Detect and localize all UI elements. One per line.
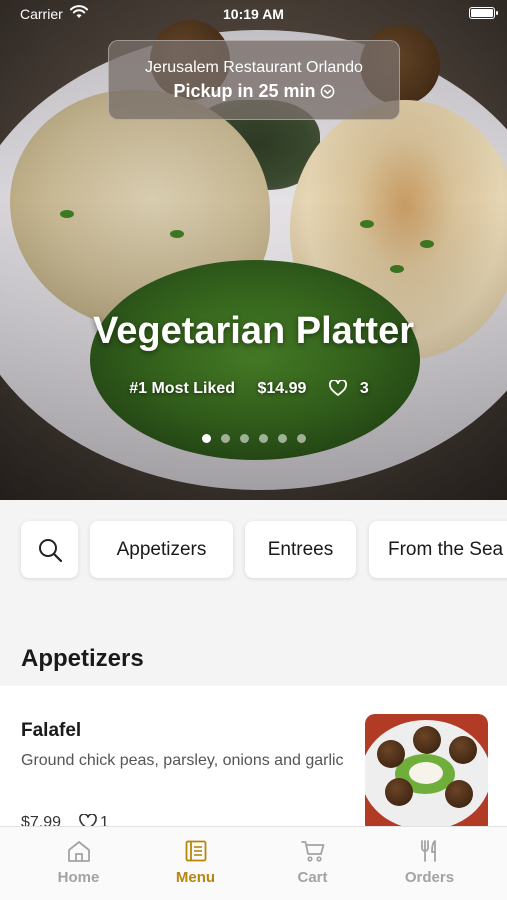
cart-icon	[300, 841, 324, 862]
menu-item-price: $7.99	[21, 814, 62, 826]
category-chip-appetizers[interactable]: Appetizers	[90, 521, 233, 578]
featured-dish-title: Vegetarian Platter	[92, 310, 415, 352]
tab-label: Orders	[404, 869, 455, 886]
carousel-dot[interactable]	[220, 434, 230, 443]
tab-label: Cart	[297, 869, 328, 886]
restaurant-name: Jerusalem Restaurant Orlando	[145, 59, 363, 76]
tab-menu[interactable]: Menu	[137, 827, 254, 900]
carousel-dot[interactable]	[201, 434, 211, 443]
tab-label: Menu	[175, 869, 216, 886]
tab-label: Home	[57, 869, 100, 886]
battery-icon	[469, 7, 498, 19]
tab-bar: Home Menu Cart Orders	[0, 826, 507, 900]
menu-item-description: Ground chick peas, parsley, onions and g…	[21, 752, 344, 769]
search-icon	[38, 538, 62, 562]
featured-rank: #1 Most Liked	[129, 380, 236, 397]
status-bar: Carrier 10:19 AM	[0, 0, 507, 28]
carousel-dot[interactable]	[296, 434, 306, 443]
pickup-time: Pickup in 25 min	[109, 81, 399, 102]
tab-orders[interactable]: Orders	[371, 827, 488, 900]
menu-item-meta: $7.99 1	[21, 813, 109, 826]
search-button[interactable]	[21, 521, 78, 578]
featured-dish-carousel[interactable]: Carrier 10:19 AM Jerusalem Restaurant Or…	[0, 0, 507, 500]
featured-likes[interactable]: 3	[328, 379, 378, 397]
menu-item-photo[interactable]	[365, 714, 488, 826]
menu-item-likes: 1	[100, 814, 109, 826]
utensils-icon	[420, 840, 436, 862]
menu-item-name: Falafel	[21, 720, 82, 741]
clock: 10:19 AM	[223, 6, 284, 22]
tab-cart[interactable]: Cart	[254, 827, 371, 900]
section-title: Appetizers	[21, 645, 144, 672]
menu-book-icon	[185, 840, 206, 862]
tab-home[interactable]: Home	[20, 827, 137, 900]
category-bar[interactable]: Appetizers Entrees From the Sea	[0, 500, 507, 600]
featured-price: $14.99	[257, 380, 307, 397]
carousel-page-indicator[interactable]	[0, 430, 507, 448]
home-icon	[67, 841, 90, 862]
featured-dish-meta: #1 Most Liked $14.99 3	[0, 379, 507, 398]
menu-list: Falafel Ground chick peas, parsley, onio…	[0, 686, 507, 826]
chevron-down-circle-icon	[320, 84, 334, 99]
carousel-dot[interactable]	[239, 434, 249, 443]
category-chip-from-the-sea[interactable]: From the Sea	[369, 521, 507, 578]
restaurant-selector[interactable]: Jerusalem Restaurant Orlando Pickup in 2…	[108, 40, 400, 120]
carousel-dot[interactable]	[258, 434, 268, 443]
heart-icon	[79, 813, 97, 826]
carousel-dot[interactable]	[277, 434, 287, 443]
category-chip-entrees[interactable]: Entrees	[245, 521, 356, 578]
heart-icon	[328, 379, 347, 396]
